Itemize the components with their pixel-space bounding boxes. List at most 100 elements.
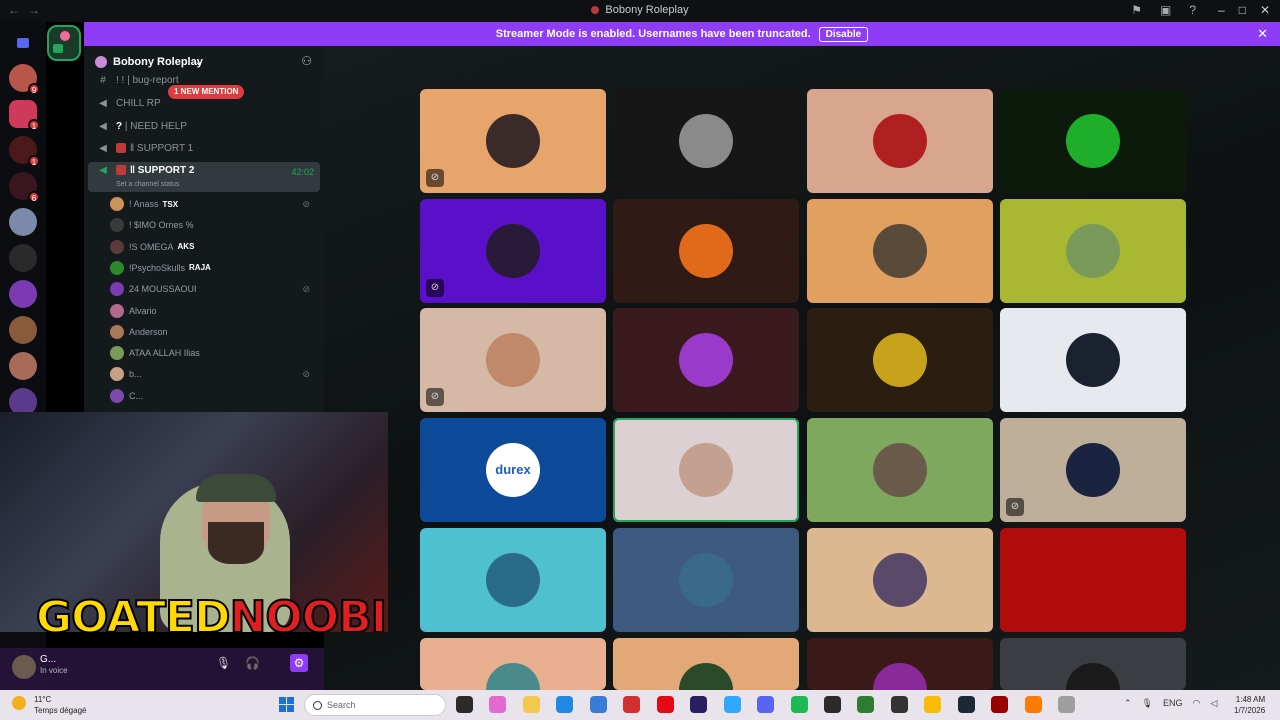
voice-tile[interactable] [613,418,799,522]
close-banner-icon[interactable]: ✕ [1257,26,1268,42]
voice-tile[interactable] [807,528,993,632]
voice-tile[interactable] [613,199,799,303]
voice-tile[interactable]: ⊘ [420,89,606,193]
server-icon[interactable]: 1 [9,100,40,131]
voice-user-name: 24 MOUSSAOUI [129,284,197,295]
app-icon[interactable] [1024,696,1042,714]
headset-icon[interactable]: 🎧 [245,656,274,670]
voice-tile[interactable] [613,308,799,412]
voice-tile[interactable] [807,308,993,412]
direct-messages-icon[interactable] [17,38,29,48]
voice-tile[interactable] [1000,528,1186,632]
spotify-icon[interactable] [790,696,808,714]
voice-tile[interactable] [807,199,993,303]
maximize-button[interactable]: □ [1239,3,1246,17]
server-icon[interactable]: 1 [9,136,40,167]
voice-user[interactable]: !S OMEGA AKS [110,237,320,257]
settings-icon[interactable] [1058,696,1076,714]
avatar[interactable] [12,655,36,679]
voice-user[interactable]: !PsychoSkulls RAJA [110,258,320,278]
channel-need-help[interactable]: ◀ ? | NEED HELP [88,116,320,136]
voice-tile[interactable]: ⊘ [420,199,606,303]
copilot-icon[interactable] [489,696,507,714]
voice-tile[interactable] [807,418,993,522]
chrome-icon[interactable] [924,696,942,714]
app-icon[interactable] [823,696,841,714]
channel-support-1[interactable]: ◀ ‖ SUPPORT 1 [88,138,320,158]
channel-chill-rp[interactable]: ◀ CHILL RP [88,93,320,113]
muted-icon: ⊘ [1006,498,1024,516]
voice-tile[interactable] [420,528,606,632]
voice-user-name: ! $IMO Ornes % [129,220,194,231]
voice-tile[interactable] [807,638,993,690]
file-explorer-icon[interactable] [522,696,540,714]
start-button[interactable] [279,697,295,713]
active-server-icon[interactable] [47,25,81,61]
taskbar-search[interactable]: Search [304,694,446,716]
clock[interactable]: 1:48 AM 1/7/2026 [1234,694,1265,716]
voice-user[interactable]: ATAA ALLAH Ilias [110,343,320,363]
voice-user[interactable]: ! Anass TSX ⊘ [110,194,320,214]
voice-user[interactable]: ! $IMO Ornes % [110,215,320,235]
language-indicator[interactable]: ENG [1163,698,1183,708]
server-icon[interactable]: 6 [9,172,40,203]
voice-tile[interactable] [1000,199,1186,303]
voice-user[interactable]: b... ⊘ [110,364,320,384]
app-icon[interactable] [623,696,641,714]
edge-icon[interactable] [556,696,574,714]
server-icon[interactable] [9,244,37,272]
discord-icon[interactable] [757,696,775,714]
volume-icon[interactable]: ◁ [1210,698,1217,708]
server-icon[interactable] [9,280,37,308]
titlebar-icons: ⚑ ▣? [1113,3,1196,17]
steam-icon[interactable] [957,696,975,714]
add-member-icon[interactable]: ⚇ [301,54,312,68]
chevron-up-icon[interactable]: ⌃ [1124,698,1132,708]
voice-tile[interactable] [613,528,799,632]
server-icon[interactable]: 9 [9,64,40,95]
microphone-icon[interactable]: 🎙 [1142,698,1153,708]
task-view-icon[interactable] [456,696,473,714]
voice-tile[interactable] [1000,89,1186,193]
voice-tile[interactable] [807,89,993,193]
inbox-icon[interactable]: ▣ [1160,3,1171,17]
photoshop-icon[interactable] [723,696,741,714]
voice-user[interactable]: Alvario [110,301,320,321]
minimize-button[interactable]: – [1218,3,1225,17]
voice-tile[interactable] [420,638,606,690]
store-icon[interactable] [589,696,607,714]
channel-label: ‖ SUPPORT 1 [116,143,193,154]
obs-icon[interactable] [890,696,908,714]
channel-support-2[interactable]: ◀ ‖ SUPPORT 2 42:02 Set a channel status [88,162,320,192]
premiere-icon[interactable] [690,696,708,714]
voice-user[interactable]: Anderson [110,322,320,342]
voice-tile[interactable]: ⊘ [420,308,606,412]
window-controls: – □ ✕ [1204,3,1270,17]
app-icon[interactable] [991,696,1009,714]
server-icon[interactable] [9,316,37,344]
channel-status[interactable]: Set a channel status [116,181,179,188]
close-window-button[interactable]: ✕ [1260,3,1270,17]
gear-icon[interactable]: ⚙ [290,654,308,672]
wifi-icon[interactable]: ◠ [1193,698,1201,708]
voice-tile[interactable] [613,89,799,193]
disable-streamer-mode-button[interactable]: Disable [818,26,869,42]
avatar [1066,333,1120,387]
voice-tile[interactable] [1000,638,1186,690]
help-icon[interactable]: ? [1189,3,1196,17]
flag-icon[interactable]: ⚑ [1131,3,1142,17]
voice-tile[interactable] [1000,308,1186,412]
weather-widget[interactable] [12,696,32,710]
microphone-icon[interactable]: 🎙 [216,656,245,670]
voice-tile[interactable]: ⊘ [1000,418,1186,522]
voice-user[interactable]: 24 MOUSSAOUI ⊘ [110,279,320,299]
server-icon[interactable] [9,208,37,236]
weather-text: 11°C Temps dégagé [34,695,87,715]
voice-user-name: Anderson [129,326,168,337]
voice-tile[interactable]: durex [420,418,606,522]
app-icon[interactable] [857,696,875,714]
netflix-icon[interactable] [656,696,674,714]
voice-user[interactable]: C... [110,386,320,406]
voice-tile[interactable] [613,638,799,690]
server-icon[interactable] [9,352,37,380]
